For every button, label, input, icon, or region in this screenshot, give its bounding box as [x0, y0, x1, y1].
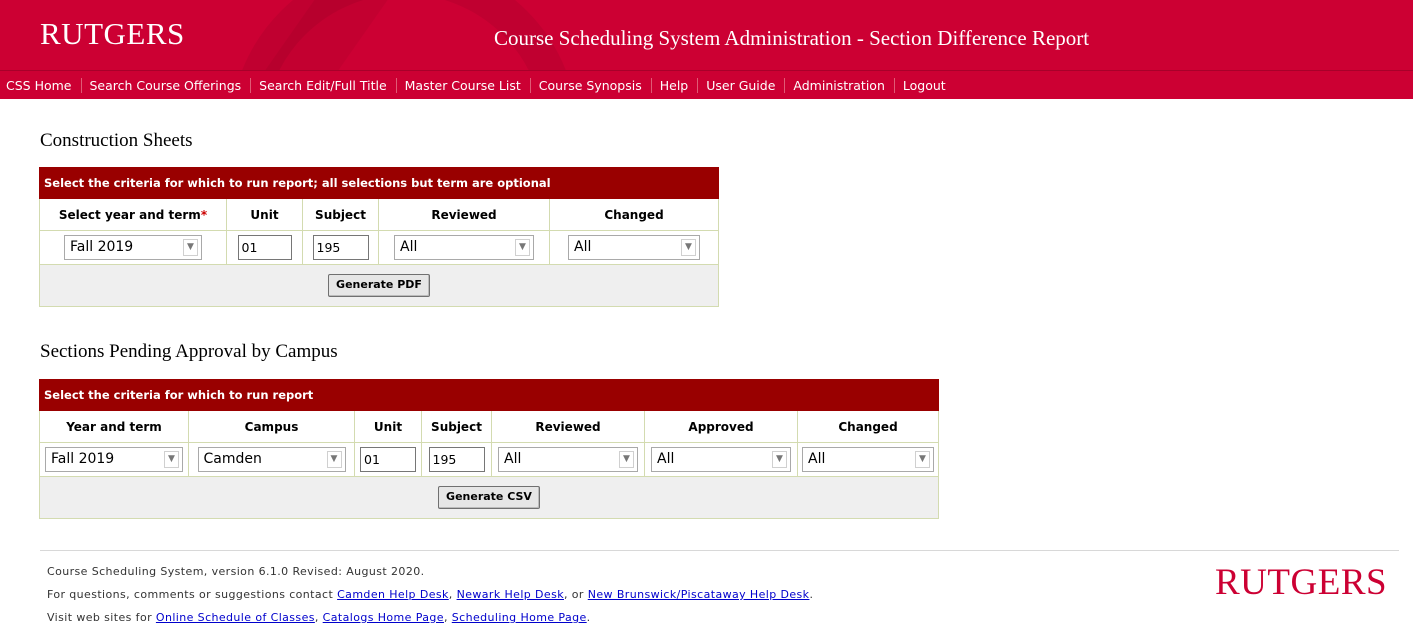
nav-search-course-offerings[interactable]: Search Course Offerings [82, 77, 252, 93]
nav-logout[interactable]: Logout [895, 78, 955, 93]
changed-value: All [574, 239, 592, 255]
campus-cell: Camden ▼ [188, 442, 355, 477]
separator: . [586, 611, 591, 624]
construction-criteria-table: Select the criteria for which to run rep… [39, 167, 719, 307]
reviewed-cell: All ▼ [378, 230, 550, 265]
approved-cell: All ▼ [644, 442, 798, 477]
chevron-down-icon[interactable]: ▼ [619, 451, 634, 468]
pending-approval-title: Sections Pending Approval by Campus [40, 341, 338, 362]
reviewed-value: All [400, 239, 418, 255]
construction-sheets-title: Construction Sheets [40, 130, 193, 151]
reviewed-select[interactable]: All ▼ [498, 447, 638, 472]
campus-select[interactable]: Camden ▼ [197, 447, 346, 472]
year-term-value: Fall 2019 [51, 451, 115, 467]
generate-pdf-button[interactable]: Generate PDF [328, 274, 430, 297]
changed-cell: All ▼ [797, 442, 939, 477]
col-header-unit: Unit [354, 410, 422, 443]
camden-help-desk-link[interactable]: Camden Help Desk [337, 588, 449, 601]
col-header-campus: Campus [188, 410, 355, 443]
required-asterisk: * [200, 207, 208, 222]
chevron-down-icon[interactable]: ▼ [183, 239, 198, 256]
changed-cell: All ▼ [549, 230, 719, 265]
year-term-value: Fall 2019 [70, 239, 134, 255]
rutgers-logo[interactable]: RUTGERS [40, 14, 185, 54]
reviewed-cell: All ▼ [491, 442, 645, 477]
chevron-down-icon[interactable]: ▼ [772, 451, 787, 468]
subject-input[interactable]: 195 [428, 447, 485, 472]
chevron-down-icon[interactable]: ▼ [915, 451, 930, 468]
approved-value: All [657, 451, 675, 467]
separator: , [443, 611, 452, 624]
nav-administration[interactable]: Administration [785, 77, 895, 93]
footer-contact: For questions, comments or suggestions c… [47, 588, 813, 602]
chevron-down-icon[interactable]: ▼ [164, 451, 179, 468]
reviewed-value: All [504, 451, 522, 467]
col-header-year-term: Select year and term* [39, 198, 227, 231]
subject-cell: 195 [302, 230, 379, 265]
nav-course-synopsis[interactable]: Course Synopsis [531, 77, 652, 93]
nav-help[interactable]: Help [652, 77, 699, 93]
contact-prefix: For questions, comments or suggestions c… [47, 588, 338, 601]
col-header-year-term: Year and term [39, 410, 189, 443]
chevron-down-icon[interactable]: ▼ [515, 239, 530, 256]
pending-caption: Select the criteria for which to run rep… [39, 379, 939, 411]
col-header-subject: Subject [302, 198, 379, 231]
footer-divider [40, 550, 1399, 551]
approved-select[interactable]: All ▼ [651, 447, 791, 472]
campus-value: Camden [203, 451, 262, 467]
new-brunswick-help-desk-link[interactable]: New Brunswick/Piscataway Help Desk [588, 588, 810, 601]
page-title: Course Scheduling System Administration … [494, 26, 1090, 50]
header-bar: RUTGERS Course Scheduling System Adminis… [0, 0, 1413, 70]
footer-visit: Visit web sites for Online Schedule of C… [47, 611, 591, 625]
nav-search-edit-full-title[interactable]: Search Edit/Full Title [251, 77, 397, 93]
nav-user-guide[interactable]: User Guide [698, 77, 786, 93]
chevron-down-icon[interactable]: ▼ [681, 239, 696, 256]
changed-select[interactable]: All ▼ [568, 235, 700, 260]
col-header-changed: Changed [797, 410, 939, 443]
nav-css-home[interactable]: CSS Home [0, 77, 82, 93]
col-header-reviewed: Reviewed [491, 410, 645, 443]
col-header-unit: Unit [226, 198, 303, 231]
chevron-down-icon[interactable]: ▼ [326, 451, 342, 468]
col-header-approved: Approved [644, 410, 798, 443]
pending-criteria-table: Select the criteria for which to run rep… [39, 379, 939, 519]
newark-help-desk-link[interactable]: Newark Help Desk [457, 588, 564, 601]
separator: , [448, 588, 457, 601]
online-schedule-of-classes-link[interactable]: Online Schedule of Classes [156, 611, 315, 624]
unit-input[interactable]: 01 [237, 235, 292, 260]
unit-cell: 01 [354, 442, 422, 477]
subject-cell: 195 [421, 442, 492, 477]
rutgers-footer-logo[interactable]: RUTGERS [1215, 560, 1387, 606]
year-term-select[interactable]: Fall 2019 ▼ [45, 447, 183, 472]
footer-version: Course Scheduling System, version 6.1.0 … [47, 565, 425, 578]
generate-csv-button[interactable]: Generate CSV [438, 486, 540, 509]
year-term-header-label: Select year and term [58, 207, 201, 222]
changed-select[interactable]: All ▼ [802, 447, 934, 472]
col-header-reviewed: Reviewed [378, 198, 550, 231]
year-term-select[interactable]: Fall 2019 ▼ [64, 235, 202, 260]
unit-input[interactable]: 01 [360, 447, 416, 472]
construction-caption: Select the criteria for which to run rep… [39, 167, 719, 199]
year-term-cell: Fall 2019 ▼ [39, 442, 189, 477]
changed-value: All [808, 451, 826, 467]
reviewed-select[interactable]: All ▼ [394, 235, 534, 260]
construction-button-row: Generate PDF [39, 264, 719, 307]
col-header-subject: Subject [421, 410, 492, 443]
year-term-cell: Fall 2019 ▼ [39, 230, 227, 265]
separator: . [809, 588, 814, 601]
visit-prefix: Visit web sites for [47, 611, 156, 624]
nav-master-course-list[interactable]: Master Course List [397, 77, 531, 93]
separator: , [314, 611, 323, 624]
main-nav: CSS Home Search Course Offerings Search … [0, 70, 1413, 99]
unit-cell: 01 [226, 230, 303, 265]
catalogs-home-page-link[interactable]: Catalogs Home Page [323, 611, 444, 624]
separator: , or [564, 588, 588, 601]
col-header-changed: Changed [549, 198, 719, 231]
scheduling-home-page-link[interactable]: Scheduling Home Page [452, 611, 587, 624]
pending-button-row: Generate CSV [39, 476, 939, 519]
subject-input[interactable]: 195 [312, 235, 369, 260]
